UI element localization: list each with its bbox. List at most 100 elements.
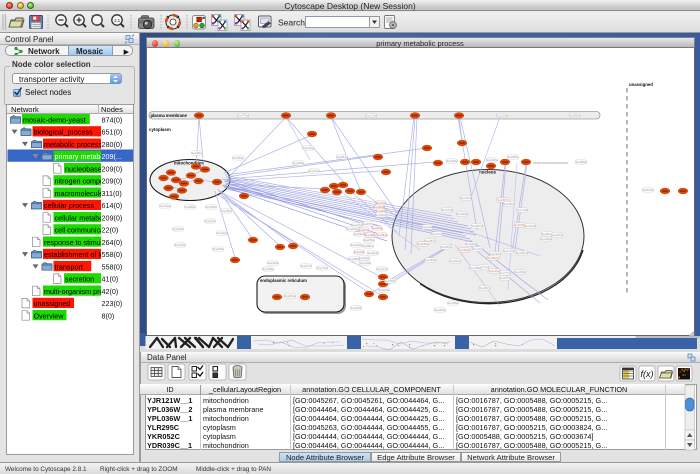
svg-text:264(0): 264(0) (102, 238, 123, 247)
svg-text:endoplasmic reticulum: endoplasmic reticulum (260, 278, 307, 283)
svg-text:Sce146w: Sce146w (488, 269, 499, 273)
svg-text:Sce400w: Sce400w (458, 248, 469, 252)
svg-text:Sce470w: Sce470w (503, 249, 514, 253)
svg-text:Sce777w: Sce777w (499, 271, 510, 275)
svg-text:Sce967w: Sce967w (497, 198, 508, 202)
svg-text:Sce384w: Sce384w (373, 205, 384, 209)
svg-text:Sce703w: Sce703w (375, 201, 386, 205)
svg-text:cellular metabo: cellular metabo (55, 213, 104, 222)
svg-text:Sce195w: Sce195w (212, 247, 223, 251)
svg-text:Sce127w: Sce127w (376, 267, 387, 271)
svg-text:Sce370w: Sce370w (441, 208, 452, 212)
svg-text:Sce452w: Sce452w (503, 202, 514, 206)
svg-text:42(0): 42(0) (102, 287, 119, 296)
svg-text:Sce448w: Sce448w (364, 233, 375, 237)
svg-text:Sce814w: Sce814w (358, 228, 369, 232)
svg-text:209(0): 209(0) (102, 213, 123, 222)
svg-text:Sce489w: Sce489w (348, 257, 359, 261)
svg-text:Sce320w: Sce320w (350, 243, 361, 247)
svg-text:Sce396w: Sce396w (540, 237, 551, 241)
svg-text:Sce975w: Sce975w (499, 276, 510, 280)
svg-text:Sce338w: Sce338w (262, 267, 273, 271)
svg-text:response to stimul: response to stimul (44, 238, 103, 247)
svg-text:nitrogen compo: nitrogen compo (55, 177, 105, 186)
svg-text:Sce381w: Sce381w (191, 151, 202, 155)
svg-text:Sce765w: Sce765w (384, 279, 395, 283)
svg-text:Sce130w: Sce130w (174, 243, 185, 247)
svg-text:223(0): 223(0) (102, 299, 123, 308)
svg-text:Sce338w: Sce338w (469, 266, 480, 270)
svg-text:Sce296w: Sce296w (424, 258, 435, 262)
svg-text:Sce858w: Sce858w (184, 205, 195, 209)
svg-text:Sce674w: Sce674w (642, 188, 653, 192)
svg-text:Sce847w: Sce847w (471, 224, 482, 228)
svg-text:280(0): 280(0) (102, 140, 123, 149)
svg-text:Sce877w: Sce877w (362, 222, 373, 226)
svg-text:Sce489w: Sce489w (447, 301, 458, 305)
svg-text:Sce194w: Sce194w (358, 256, 369, 260)
svg-text:Sce743w: Sce743w (472, 247, 483, 251)
svg-text:Sce467w: Sce467w (460, 196, 471, 200)
svg-text:Sce617w: Sce617w (300, 264, 311, 268)
svg-text:Sce691w: Sce691w (516, 251, 527, 255)
svg-text:Sce754w: Sce754w (237, 114, 248, 118)
svg-text:Sce833w: Sce833w (284, 294, 295, 298)
svg-text:Sce181w: Sce181w (551, 233, 562, 237)
svg-text:Sce704w: Sce704w (204, 219, 215, 223)
svg-text:Sce716w: Sce716w (316, 266, 327, 270)
svg-text:Sce718w: Sce718w (516, 208, 527, 212)
svg-text:Sce132w: Sce132w (216, 231, 227, 235)
svg-text:establishment of lo: establishment of lo (44, 250, 104, 259)
svg-text:Sce333w: Sce333w (514, 270, 525, 274)
svg-text:Sce792w: Sce792w (159, 204, 170, 208)
svg-text:Overview: Overview (34, 311, 65, 320)
svg-text:Sce925w: Sce925w (371, 226, 382, 230)
svg-text:558(0): 558(0) (102, 262, 123, 271)
svg-text:Sce350w: Sce350w (232, 156, 243, 160)
svg-text:plasma membrane: plasma membrane (151, 113, 188, 118)
svg-text:Sce990w: Sce990w (375, 213, 386, 217)
svg-text:multi-organism pro: multi-organism pro (44, 287, 104, 296)
svg-text:8(0): 8(0) (102, 311, 115, 320)
svg-text:Sce658w: Sce658w (205, 205, 216, 209)
svg-text:311(0): 311(0) (102, 189, 122, 198)
svg-text:Sce214w: Sce214w (365, 114, 376, 118)
svg-text:41(0): 41(0) (102, 275, 119, 284)
svg-text:secretion: secretion (65, 275, 94, 284)
svg-text:Sce982w: Sce982w (487, 256, 498, 260)
svg-text:primary metabo: primary metabo (55, 152, 105, 161)
svg-text:Sce881w: Sce881w (362, 244, 373, 248)
svg-text:Sce818w: Sce818w (378, 288, 389, 292)
svg-text:mosaic-demo-yeast: mosaic-demo-yeast (23, 115, 86, 124)
svg-text:209(0): 209(0) (102, 164, 123, 173)
svg-text:209(...: 209(... (102, 152, 122, 161)
svg-text:Sce532w: Sce532w (172, 227, 183, 231)
svg-text:Sce384w: Sce384w (376, 233, 387, 237)
svg-text:Sce928w: Sce928w (375, 209, 386, 213)
svg-text:Sce106w: Sce106w (351, 223, 362, 227)
svg-text:Sce199w: Sce199w (359, 261, 370, 265)
svg-text:Sce532w: Sce532w (353, 232, 364, 236)
svg-text:558(0): 558(0) (102, 250, 123, 259)
svg-text:Sce821w: Sce821w (449, 259, 460, 263)
svg-text:Sce658w: Sce658w (575, 160, 586, 164)
svg-text:651(0): 651(0) (102, 128, 123, 137)
svg-text:unassigned: unassigned (629, 82, 653, 87)
svg-text:cellular process: cellular process (44, 201, 94, 210)
svg-text:Sce444w: Sce444w (353, 250, 364, 254)
svg-text:Sce926w: Sce926w (456, 212, 467, 216)
svg-text:Sce144w: Sce144w (421, 225, 432, 229)
svg-text:Sce649w: Sce649w (524, 224, 535, 228)
svg-text:cytoplasm: cytoplasm (149, 127, 171, 132)
svg-text:biological_process: biological_process (34, 128, 94, 137)
svg-text:Sce204w: Sce204w (367, 251, 378, 255)
svg-text:Sce242w: Sce242w (302, 146, 313, 150)
svg-text:Sce529w: Sce529w (446, 159, 457, 163)
svg-text:Sce949w: Sce949w (465, 242, 476, 246)
svg-text:unassigned: unassigned (34, 299, 71, 308)
svg-text:22(0): 22(0) (102, 226, 119, 235)
svg-text:Sce854w: Sce854w (336, 155, 347, 159)
svg-text:Sce859w: Sce859w (569, 114, 580, 118)
svg-text:Sce325w: Sce325w (486, 158, 497, 162)
svg-text:Sce227w: Sce227w (431, 232, 442, 236)
